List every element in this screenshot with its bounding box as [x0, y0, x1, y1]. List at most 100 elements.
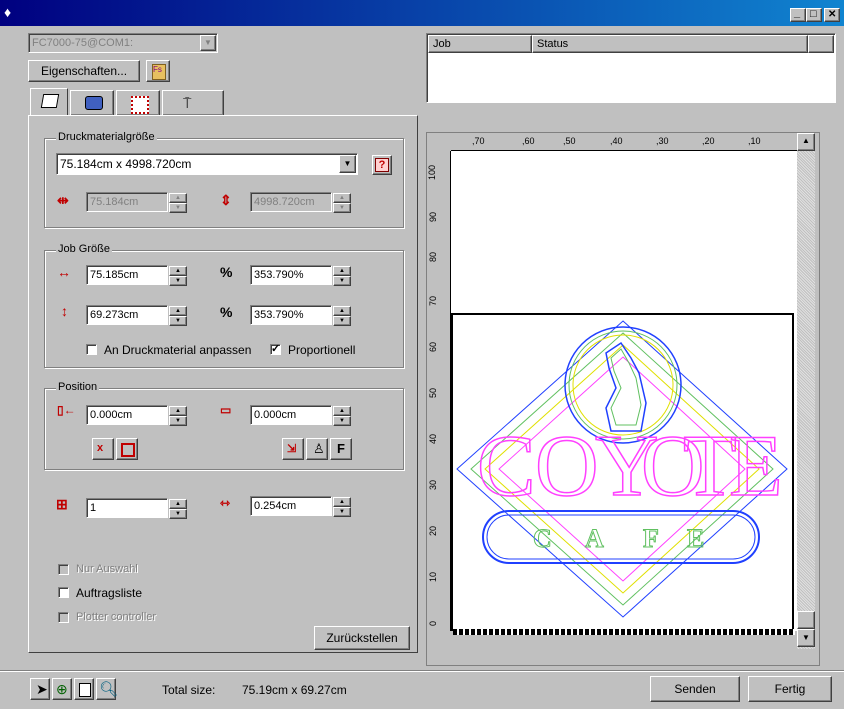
ruler-label: 10 [428, 571, 438, 582]
y-offset-field[interactable]: 0.000cm ▲ ▼ [250, 405, 351, 426]
job-height-pct-icon: % [220, 304, 233, 320]
plotter-home-button[interactable]: ♙ [306, 438, 328, 460]
scroll-down-button[interactable]: ▼ [797, 629, 815, 647]
ruler-label: ,30 [656, 136, 669, 146]
job-height-icon: ↕ [61, 303, 68, 319]
preview-ruler-corner [427, 133, 451, 151]
job-column-header[interactable]: Job [428, 35, 532, 53]
job-width-pct-field[interactable]: 353.790% ▲ ▼ [250, 265, 351, 286]
ruler-label: ,70 [472, 136, 485, 146]
ruler-label: 0 [428, 620, 438, 626]
media-help-button[interactable]: ? [372, 155, 392, 175]
media-size-group [44, 138, 404, 228]
logo-letter: E [729, 418, 783, 515]
page-icon [79, 683, 91, 697]
media-size-value: 75.184cm x 4998.720cm [60, 157, 192, 171]
vertical-scrollbar[interactable] [797, 133, 815, 649]
proportional-checkbox[interactable]: ✓ [270, 343, 281, 355]
minimize-button[interactable]: _ [790, 7, 806, 22]
checkmark-icon: ✓ [271, 343, 281, 355]
properties-button[interactable]: Eigenschaften... [28, 60, 140, 82]
title-bar [0, 0, 844, 26]
media-height-field[interactable]: 4998.720cm ▲ ▼ [250, 192, 351, 213]
job-height-value: 69.273cm [90, 309, 139, 321]
total-size-value: 75.19cm x 69.27cm [242, 683, 347, 697]
select-tool-button[interactable]: ➤ [30, 678, 50, 700]
plotter-setup-button[interactable]: Fs [146, 60, 170, 82]
copies-value: 1 [90, 502, 97, 514]
chevron-down-icon[interactable]: ▼ [200, 35, 216, 51]
tab-cut-options[interactable] [70, 90, 114, 116]
selection-only-checkbox[interactable] [58, 564, 69, 575]
x-offset-field[interactable]: 0.000cm ▲ ▼ [86, 405, 187, 426]
job-height-field[interactable]: 69.273cm ▲ ▼ [86, 305, 187, 326]
ruler-label: ,40 [610, 136, 623, 146]
zoom-in-icon: ⊕ [56, 681, 68, 697]
maximize-button[interactable]: □ [806, 8, 822, 22]
move-origin-icon [121, 443, 135, 457]
device-select[interactable]: FC7000-75@COM1: ▼ [28, 33, 218, 53]
chevron-down-icon[interactable]: ▼ [339, 155, 356, 173]
status-column-header[interactable]: Status [532, 35, 808, 53]
spacing-icon: ⇿ [220, 496, 231, 510]
ruler-label: 60 [428, 341, 438, 352]
tab-weeding[interactable] [116, 90, 160, 116]
ruler-label: 20 [428, 525, 438, 536]
reset-button[interactable]: Zurückstellen [314, 626, 410, 650]
y-offset-value: 0.000cm [254, 409, 297, 421]
job-width-field[interactable]: 75.185cm ▲ ▼ [86, 265, 187, 286]
fit-media-checkbox[interactable] [86, 344, 97, 355]
done-button[interactable]: Fertig [748, 676, 832, 702]
fit-page-button[interactable] [74, 678, 94, 700]
feed-button[interactable]: ⇲ [282, 438, 304, 460]
ruler-label: ,50 [563, 136, 576, 146]
logo-letter: C [533, 524, 552, 553]
tab-media[interactable] [30, 88, 68, 116]
weed-box-icon [131, 96, 149, 114]
close-icon: ✕ [828, 9, 837, 20]
ruler-label: ,60 [522, 136, 535, 146]
knife-icon: ⍑ [183, 95, 192, 111]
zoom-button[interactable]: 🔍︎ [96, 678, 119, 700]
logo-letter: C [477, 418, 536, 515]
scroll-thumb[interactable] [797, 611, 815, 629]
app-icon: ♦ [4, 4, 12, 20]
job-queue-list[interactable]: Job Status [426, 33, 836, 103]
logo-letter: F [643, 524, 659, 553]
send-button[interactable]: Senden [650, 676, 740, 702]
media-icon [40, 94, 60, 108]
blank-column-header[interactable] [808, 35, 834, 53]
magnifier-icon: 🔍︎ [99, 681, 119, 698]
close-button[interactable]: ✕ [824, 8, 840, 22]
media-width-field[interactable]: 75.184cm ▲ ▼ [86, 192, 187, 213]
media-size-select[interactable]: 75.184cm x 4998.720cm ▼ [56, 153, 358, 175]
job-width-value: 75.185cm [90, 269, 139, 281]
spacing-field[interactable]: 0.254cm ▲ ▼ [250, 496, 351, 517]
tab-plotter[interactable]: ⍑ [162, 90, 224, 116]
properties-button-label: Eigenschaften... [40, 64, 128, 78]
f-button[interactable]: F [330, 438, 352, 460]
job-height-pct-field[interactable]: 353.790% ▲ ▼ [250, 305, 351, 326]
copies-field[interactable]: 1 ▲ ▼ [86, 498, 187, 519]
proportional-label: Proportionell [288, 343, 356, 357]
move-origin-button[interactable] [116, 438, 138, 460]
scroll-up-button[interactable]: ▲ [797, 133, 815, 151]
horizontal-scrollbar[interactable] [427, 649, 817, 665]
job-list-checkbox[interactable] [58, 587, 69, 598]
arrow-icon: ➤ [36, 681, 48, 697]
spacing-value: 0.254cm [254, 500, 297, 512]
ruler-label: 40 [428, 433, 438, 444]
reset-button-label: Zurückstellen [326, 631, 398, 645]
job-width-pct-value: 353.790% [254, 269, 304, 281]
job-list-label: Auftragsliste [76, 586, 143, 600]
feed-icon: ⇲ [287, 443, 297, 455]
ruler-label: 30 [428, 479, 438, 490]
plotter-controller-checkbox[interactable] [58, 612, 69, 623]
reset-position-button[interactable]: x [92, 438, 114, 460]
ruler-label: ,20 [702, 136, 715, 146]
plotter-controller-label: Plotter controller [76, 611, 157, 623]
ruler-label: 50 [428, 387, 438, 398]
zoom-in-button[interactable]: ⊕ [52, 678, 72, 700]
ruler-label: 70 [428, 295, 438, 306]
position-legend: Position [56, 381, 100, 393]
